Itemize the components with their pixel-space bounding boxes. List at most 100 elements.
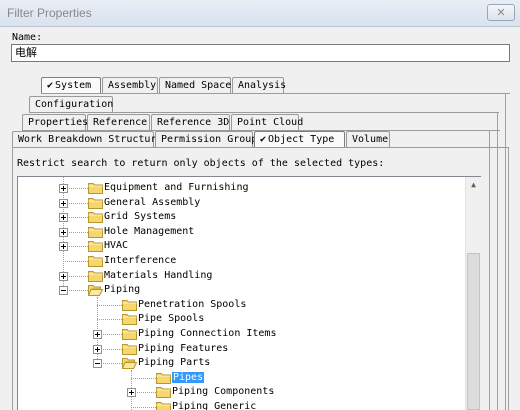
check-icon: ✔ [260,134,267,145]
tab-panel-edge [497,112,498,410]
window-title: Filter Properties [7,6,92,20]
folder-icon [156,402,171,410]
tree-item[interactable]: Piping [18,283,464,297]
tab-label: Volume [352,134,389,145]
tab-point-cloud[interactable]: Point Cloud [231,114,303,130]
tab-panel-edge [12,147,508,148]
expand-plus-icon[interactable] [93,330,102,339]
expand-plus-icon[interactable] [59,242,68,252]
folder-icon [88,270,103,282]
tree-item-label: General Assembly [104,196,201,208]
close-button[interactable]: ✕ [487,4,515,21]
tab-volume[interactable]: Volume [346,131,390,147]
tree-item[interactable]: Piping Features [18,342,464,356]
tree-item[interactable]: Interference [18,254,464,268]
tree-item-label: Pipe Spools [138,313,205,325]
tree-item-label: Penetration Spools [138,298,247,310]
object-type-tree[interactable]: Equipment and Furnishing General Assembl… [17,176,481,410]
tab-named-space[interactable]: Named Space [159,77,231,93]
tree-item-label: Hole Management [104,225,195,237]
tree-item-label: Grid Systems [104,211,177,223]
tree-item[interactable]: Equipment and Furnishing [18,181,464,195]
folder-icon [88,197,103,209]
check-icon: ✔ [47,80,54,91]
tree-item-label: Materials Handling [104,269,213,281]
tree-item-label: Piping Parts [138,357,211,369]
expand-plus-icon[interactable] [59,198,68,208]
tree-item-label: Piping Generic [172,401,257,410]
tree-item-label: Equipment and Furnishing [104,182,249,193]
tree-item[interactable]: Penetration Spools [18,298,464,312]
expand-plus-icon[interactable] [127,388,136,398]
folder-icon [122,329,137,340]
tree-item-label: Piping Features [138,342,229,354]
tab-system[interactable]: ✔ System [41,77,101,93]
tab-label: Reference [93,117,148,128]
tree-item-label: Piping Connection Items [138,328,277,339]
tab-object-type[interactable]: ✔ Object Type [254,131,345,147]
tree-item[interactable]: Piping Generic [18,400,464,410]
expand-plus-icon[interactable] [59,184,68,193]
tree-item[interactable]: Piping Parts [18,356,464,370]
tree-item[interactable]: Grid Systems [18,210,464,224]
tree-item[interactable]: Materials Handling [18,269,464,283]
tree-item-label: HVAC [104,240,129,252]
folder-icon [88,183,103,194]
tab-work-breakdown-structure[interactable]: Work Breakdown Structure [12,131,163,147]
folder-icon [88,241,103,253]
tree-item-label: Piping Components [172,386,275,398]
expand-plus-icon[interactable] [59,213,68,223]
tab-reference[interactable]: Reference [87,114,150,130]
tree-item[interactable]: General Assembly [18,196,464,210]
tree-scrollbar[interactable]: ▲ [465,177,481,410]
folder-icon [88,226,103,238]
folder-icon [156,387,171,399]
tab-label: Configuration [35,99,114,110]
expand-plus-icon[interactable] [93,344,102,354]
tree-item[interactable]: Pipe Spools [18,312,464,326]
folder-icon [88,212,103,224]
tree-item[interactable]: Piping Connection Items [18,327,464,341]
tree-item[interactable]: Hole Management [18,225,464,239]
tab-assembly[interactable]: Assembly [102,77,158,93]
tab-panel-edge [41,93,510,94]
tree-item[interactable]: Piping Components [18,385,464,399]
tab-label: Properties [28,117,89,128]
folder-icon [122,314,137,326]
tab-permission-group[interactable]: Permission Group [155,131,257,147]
tree-item-label: Pipes [170,370,206,384]
tab-label: Point Cloud [237,117,304,128]
tab-configuration[interactable]: Configuration [29,96,113,112]
tab-panel-edge [29,112,499,113]
scroll-up-arrow-icon[interactable]: ▲ [466,177,481,192]
tab-properties[interactable]: Properties [22,114,89,130]
tree-item[interactable]: Pipes [18,370,464,385]
tab-label: Analysis [238,80,287,91]
folder-icon [88,256,103,267]
expand-plus-icon[interactable] [59,271,68,281]
tab-label: Work Breakdown Structure [18,134,163,145]
title-bar: Filter Properties ✕ [0,0,520,27]
tab-label: System [55,80,92,91]
folder-icon [156,372,171,384]
folder-open-icon [88,285,103,297]
tab-panel-edge [489,130,490,410]
name-label: Name: [12,32,43,43]
tab-label: Object Type [268,134,335,145]
folder-icon [122,343,137,355]
scroll-thumb[interactable] [467,253,480,410]
tab-panel-edge [505,93,506,410]
expand-plus-icon[interactable] [59,227,68,237]
restrict-label: Restrict search to return only objects o… [17,158,385,169]
folder-open-icon [122,358,137,370]
name-input[interactable]: 电解 [11,44,510,62]
tree-item-label: Interference [104,255,177,266]
tree-item[interactable]: HVAC [18,239,464,253]
tab-panel-edge [508,147,509,410]
collapse-minus-icon[interactable] [59,286,68,296]
tab-analysis[interactable]: Analysis [232,77,287,93]
tab-label: Named Space [165,80,232,91]
collapse-minus-icon[interactable] [93,359,102,369]
tab-reference-3d[interactable]: Reference 3D [151,114,230,130]
tab-panel-edge [12,147,13,410]
